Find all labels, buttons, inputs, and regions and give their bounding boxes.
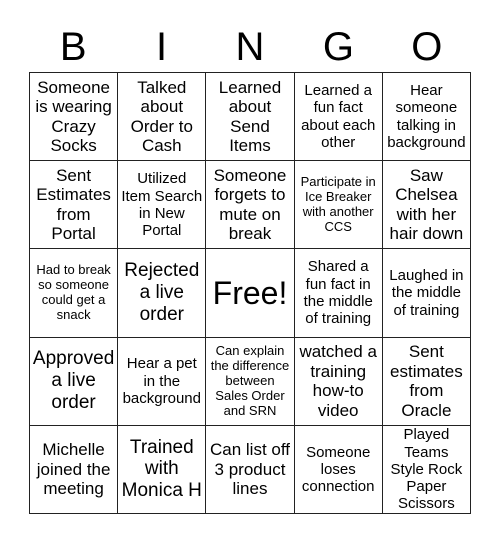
bingo-cell[interactable]: Someone is wearing Crazy Socks [30, 73, 119, 162]
bingo-cell[interactable]: Rejected a live order [118, 249, 207, 338]
bingo-cell[interactable]: Trained with Monica H [118, 425, 207, 514]
bingo-cell[interactable]: Learned a fun fact about each other [294, 73, 383, 162]
bingo-cell[interactable]: Michelle joined the meeting [30, 425, 119, 514]
header-letter-i: I [156, 25, 168, 69]
header-letter-b: B [59, 25, 87, 69]
bingo-cell[interactable]: Saw Chelsea with her hair down [382, 161, 471, 250]
bingo-cell[interactable]: watched a training how-to video [294, 337, 383, 426]
header-letter-n: N [235, 25, 265, 69]
bingo-cell[interactable]: Sent Estimates from Portal [30, 161, 119, 250]
bingo-cell[interactable]: Learned about Send Items [206, 73, 295, 162]
header-letter-g: G [322, 25, 354, 69]
bingo-header: B I N G O [29, 22, 471, 72]
bingo-card-grid: Someone is wearing Crazy Socks Talked abo… [29, 72, 471, 514]
bingo-cell[interactable]: Talked about Order to Cash [118, 73, 207, 162]
bingo-cell[interactable]: Sent estimates from Oracle [382, 337, 471, 426]
header-letter-o: O [411, 25, 443, 69]
free-space-cell[interactable]: Free! [206, 249, 295, 338]
bingo-cell[interactable]: Laughed in the middle of training [382, 249, 471, 338]
bingo-cell[interactable]: Hear someone talking in background [382, 73, 471, 162]
bingo-cell[interactable]: Can list off 3 product lines [206, 425, 295, 514]
bingo-cell[interactable]: Someone loses connection [294, 425, 383, 514]
bingo-cell[interactable]: Played Teams Style Rock Paper Scissors [382, 425, 471, 514]
bingo-cell[interactable]: Participate in Ice Breaker with another … [294, 161, 383, 250]
bingo-cell[interactable]: Utilized Item Search in New Portal [118, 161, 207, 250]
bingo-cell[interactable]: Shared a fun fact in the middle of train… [294, 249, 383, 338]
bingo-cell[interactable]: Had to break so someone could get a snac… [30, 249, 119, 338]
bingo-cell[interactable]: Hear a pet in the background [118, 337, 207, 426]
bingo-cell[interactable]: Someone forgets to mute on break [206, 161, 295, 250]
bingo-cell[interactable]: Can explain the difference between Sales… [206, 337, 295, 426]
bingo-cell[interactable]: Approved a live order [30, 337, 119, 426]
